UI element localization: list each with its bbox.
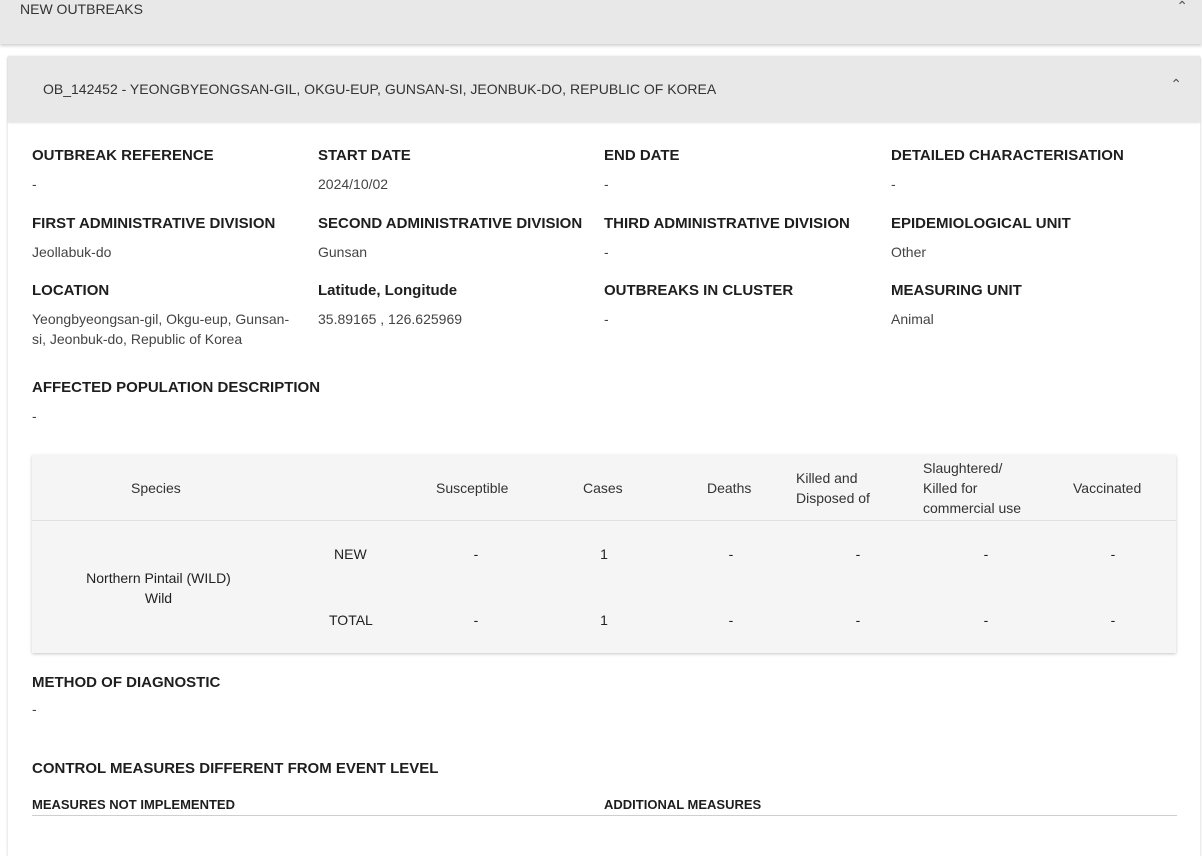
table-cell: - [728,546,734,562]
field-third-admin-division: THIRD ADMINISTRATIVE DIVISION - [604,215,884,262]
table-cell: - [1110,546,1116,562]
table-cell: - [855,546,861,562]
field-measuring-unit: MEASURING UNIT Animal [891,282,1171,329]
header-susceptible: Susceptible [436,480,509,496]
chevron-up-icon[interactable]: ⌃ [1176,0,1188,15]
field-label: AFFECTED POPULATION DESCRIPTION [32,379,321,396]
field-detailed-characterisation: DETAILED CHARACTERISATION - [891,147,1171,194]
field-value: - [604,311,609,327]
table-cell: - [473,612,479,628]
species-table: Species Susceptible Cases Deaths Killed … [32,455,1176,653]
field-end-date: END DATE - [604,147,884,194]
field-value: Yeongbyeongsan-gil, Okgu-eup, Gunsan-si,… [32,311,290,347]
control-measures-label: CONTROL MEASURES DIFFERENT FROM EVENT LE… [32,760,439,777]
field-first-admin-division: FIRST ADMINISTRATIVE DIVISION Jeollabuk-… [32,215,312,262]
additional-measures-label: ADDITIONAL MEASURES [604,797,762,812]
header-slaughtered: Slaughtered/ Killed for commercial use [923,458,1021,518]
table-cell: - [728,612,734,628]
table-cell: 1 [600,612,608,628]
field-label: END DATE [604,147,680,164]
new-outbreaks-panel-header[interactable]: NEW OUTBREAKS ⌃ [0,0,1202,44]
table-cell: - [855,612,861,628]
table-cell: - [983,612,989,628]
method-of-diagnostic-label: METHOD OF DIAGNOSTIC [32,674,221,691]
species-type: Wild [144,590,173,606]
header-divider [32,520,1176,521]
header-deaths: Deaths [707,480,752,496]
field-label: OUTBREAKS IN CLUSTER [604,282,794,299]
field-value: - [891,176,896,192]
field-label: SECOND ADMINISTRATIVE DIVISION [318,215,583,232]
field-outbreaks-in-cluster: OUTBREAKS IN CLUSTER - [604,282,884,329]
header-line: commercial use [923,500,1022,516]
field-value: Gunsan [318,244,368,260]
field-outbreak-reference: OUTBREAK REFERENCE - [32,147,312,194]
header-cases: Cases [583,480,623,496]
field-value: Jeollabuk-do [32,244,112,260]
chevron-up-icon[interactable]: ⌃ [1170,76,1182,93]
field-label: OUTBREAK REFERENCE [32,147,214,164]
field-label: FIRST ADMINISTRATIVE DIVISION [32,215,276,232]
field-label: START DATE [318,147,411,164]
field-label: MEASURING UNIT [891,282,1022,299]
divider [32,815,1177,816]
outbreak-panel-header[interactable]: OB_142452 - YEONGBYEONGSAN-GIL, OKGU-EUP… [8,56,1200,122]
field-epidemiological-unit: EPIDEMIOLOGICAL UNIT Other [891,215,1171,262]
method-of-diagnostic-value: - [32,701,37,717]
field-label: EPIDEMIOLOGICAL UNIT [891,215,1071,232]
header-line: Killed and [796,470,858,486]
field-label: Latitude, Longitude [318,282,458,299]
field-start-date: START DATE 2024/10/02 [318,147,598,194]
table-cell: - [983,546,989,562]
field-value: 35.89165 , 126.625969 [318,311,463,327]
panel-title: NEW OUTBREAKS [20,1,143,17]
row-label-total: TOTAL [329,612,373,628]
field-value: - [604,176,609,192]
header-line: Slaughtered/ [923,460,1003,476]
header-line: Disposed of [796,490,870,506]
field-label: LOCATION [32,282,110,299]
species-name: Northern Pintail (WILD) [86,570,231,586]
field-affected-population: AFFECTED POPULATION DESCRIPTION - [32,379,432,426]
field-label: THIRD ADMINISTRATIVE DIVISION [604,215,850,232]
measures-not-implemented-label: MEASURES NOT IMPLEMENTED [32,797,235,812]
field-location: LOCATION Yeongbyeongsan-gil, Okgu-eup, G… [32,282,294,349]
species-cell: Northern Pintail (WILD) Wild [72,568,245,608]
field-value: - [604,244,609,260]
table-cell: - [1110,612,1116,628]
field-lat-long: Latitude, Longitude 35.89165 , 126.62596… [318,282,598,329]
field-label: DETAILED CHARACTERISATION [891,147,1124,164]
field-value: Animal [891,311,934,327]
field-value: - [32,176,37,192]
header-line: Killed for [923,480,978,496]
header-species: Species [131,480,181,496]
field-second-admin-division: SECOND ADMINISTRATIVE DIVISION Gunsan [318,215,598,262]
header-vaccinated: Vaccinated [1073,480,1142,496]
field-value: 2024/10/02 [318,176,389,192]
field-value: Other [891,244,927,260]
header-killed-disposed: Killed and Disposed of [796,468,870,508]
outbreak-title: OB_142452 - YEONGBYEONGSAN-GIL, OKGU-EUP… [43,81,717,97]
row-label-new: NEW [334,546,367,562]
table-cell: 1 [600,546,608,562]
field-value: - [32,408,37,424]
table-cell: - [473,546,479,562]
